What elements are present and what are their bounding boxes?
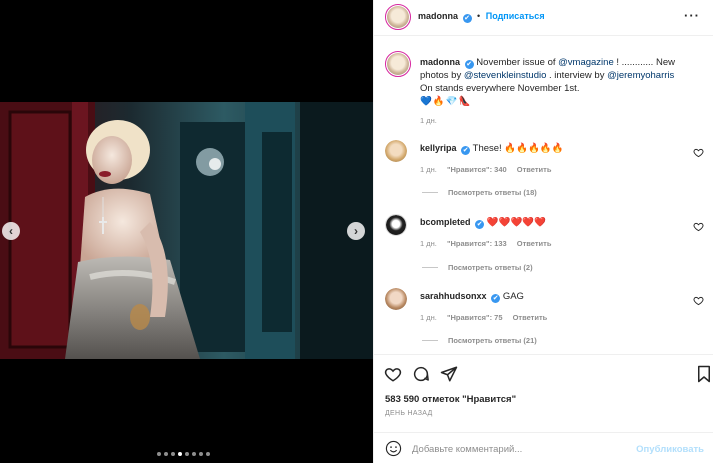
more-options-icon[interactable]: ··· [684,8,700,23]
comment-like-heart-icon[interactable] [693,295,704,306]
carousel-dot [171,452,175,456]
post-author-name[interactable]: madonna [418,11,458,21]
comment-meta: 1 дн. "Нравится": 340 Ответить [420,165,559,174]
avatar[interactable] [385,4,411,30]
divider [422,267,438,268]
comment-author-name[interactable]: sarahhudsonxx [420,291,487,301]
comment-item: bcompleted ✔ ❤️❤️❤️❤️❤️ 1 дн. "Нравится"… [374,214,713,276]
carousel-dot [206,452,210,456]
media-pane: ‹ › [0,0,373,463]
view-replies-label: Посмотреть ответы (21) [448,336,537,345]
previous-slide-button[interactable]: ‹ [2,222,20,240]
separator: • [477,11,481,21]
caption-author-name[interactable]: madonna [420,57,460,67]
avatar[interactable] [385,214,407,236]
bookmark-icon[interactable] [695,365,713,383]
comment-age: 1 дн. [420,165,437,174]
comment-author-name[interactable]: kellyripa [420,143,457,153]
add-comment-bar: Опубликовать [374,432,713,463]
emoji-smile-icon[interactable] [385,440,402,457]
avatar[interactable] [385,140,407,162]
carousel-dot [178,452,182,456]
mention-link[interactable]: @jeremyoharris [607,70,674,81]
avatar[interactable] [385,288,407,310]
follow-button[interactable]: Подписаться [486,11,545,21]
verified-badge-icon: ✔ [475,220,485,229]
chevron-right-icon: › [354,224,358,238]
comment-age: 1 дн. [420,313,437,322]
mention-link[interactable]: @vmagazine [558,57,614,68]
next-slide-button[interactable]: › [347,222,365,240]
view-replies-button[interactable]: Посмотреть ответы (18) [422,188,537,197]
post-sidebar: madonna ✔ • Подписаться ··· madonna ✔ No… [373,0,713,463]
comment-item: sarahhudsonxx ✔ GAG 1 дн. "Нравится": 75… [374,288,713,350]
carousel-dot [199,452,203,456]
carousel-indicator [157,452,210,456]
view-replies-button[interactable]: Посмотреть ответы (21) [422,336,537,345]
photo-illustration [0,102,373,359]
comment-likes[interactable]: "Нравится": 133 [447,239,507,248]
divider [422,340,438,341]
share-plane-icon[interactable] [440,365,458,383]
verified-badge-icon: ✔ [491,294,501,303]
header-user-line: madonna ✔ • Подписаться [418,11,545,23]
carousel-dot [185,452,189,456]
comment-text: ❤️❤️❤️❤️❤️ [486,217,546,228]
chevron-left-icon: ‹ [9,224,13,238]
verified-badge-icon: ✔ [461,146,471,155]
view-replies-label: Посмотреть ответы (2) [448,263,533,272]
post-header: madonna ✔ • Подписаться ··· [374,0,713,36]
reply-button[interactable]: Ответить [513,313,548,322]
comment-like-heart-icon[interactable] [693,147,704,158]
comment-age: 1 дн. [420,239,437,248]
view-replies-label: Посмотреть ответы (18) [448,188,537,197]
post-modal: ‹ › madonna ✔ • Подписаться ··· madonna [0,0,713,463]
caption-age: 1 дн. [420,116,437,125]
comment-text: These! 🔥🔥🔥🔥🔥 [472,143,564,154]
reply-button[interactable]: Ответить [517,165,552,174]
comment-likes[interactable]: "Нравится": 75 [447,313,503,322]
comment-body: kellyripa ✔ These! 🔥🔥🔥🔥🔥 [420,143,563,155]
carousel-dot [157,452,161,456]
comment-meta: 1 дн. "Нравится": 133 Ответить [420,239,559,248]
caption-text: November issue of [476,57,559,68]
post-photo[interactable] [0,102,373,359]
post-timestamp: ДЕНЬ НАЗАД [385,410,433,417]
caption-avatar[interactable] [385,51,411,77]
post-actions: 583 590 отметок "Нравится" ДЕНЬ НАЗАД [374,354,713,424]
comment-author-name[interactable]: bcompleted [420,217,471,227]
comment-body: bcompleted ✔ ❤️❤️❤️❤️❤️ [420,217,546,229]
caption-line: On stands everywhere November 1st. [420,83,580,94]
carousel-dot [164,452,168,456]
divider [422,192,438,193]
like-count[interactable]: 583 590 отметок "Нравится" [385,394,516,405]
comment-text: GAG [502,291,524,302]
comment-item: kellyripa ✔ These! 🔥🔥🔥🔥🔥 1 дн. "Нравится… [374,140,713,202]
view-replies-button[interactable]: Посмотреть ответы (2) [422,263,533,272]
caption-emojis: 💙🔥💎👠 [420,96,472,107]
verified-badge-icon: ✔ [464,60,474,69]
comment-body: sarahhudsonxx ✔ GAG [420,291,524,303]
publish-button[interactable]: Опубликовать [636,444,704,455]
verified-badge-icon: ✔ [462,14,472,23]
carousel-dot [192,452,196,456]
comment-like-heart-icon[interactable] [693,221,704,232]
mention-link[interactable]: @stevenkleinstudio [464,70,547,81]
post-caption: madonna ✔ November issue of @vmagazine !… [420,56,704,108]
reply-button[interactable]: Ответить [517,239,552,248]
comment-bubble-icon[interactable] [412,365,430,383]
comment-meta: 1 дн. "Нравится": 75 Ответить [420,313,555,322]
caption-text: . interview by [546,70,608,81]
like-heart-icon[interactable] [384,365,402,383]
comment-likes[interactable]: "Нравится": 340 [447,165,507,174]
comment-input[interactable] [412,441,632,457]
